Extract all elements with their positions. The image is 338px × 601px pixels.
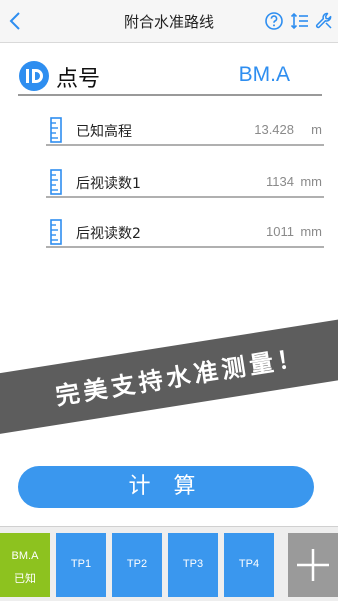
station-tab-tp4[interactable]: TP4 <box>224 533 274 597</box>
page-title: 附合水准路线 <box>123 13 214 31</box>
point-number-row[interactable]: 点号 BM.A <box>18 58 322 96</box>
station-tab-label: TP4 <box>238 558 260 570</box>
field-unit: mm <box>300 224 322 239</box>
field-value[interactable]: 1011 <box>266 224 294 239</box>
station-tab-tp1[interactable]: TP1 <box>56 533 106 597</box>
point-number-label: 点号 <box>56 67 101 92</box>
plus-icon <box>297 549 329 581</box>
station-tab-bm-a[interactable]: BM.A 已知 <box>0 533 50 597</box>
station-tab-label: TP1 <box>70 558 92 570</box>
ruler-icon <box>50 219 62 245</box>
field-label: 后视读数2 <box>76 226 141 242</box>
field-unit: mm <box>300 174 322 189</box>
promo-banner: 完美支持水准测量！ <box>0 310 338 440</box>
field-unit: m <box>311 122 322 137</box>
ruler-icon <box>50 169 62 195</box>
field-value[interactable]: 1134 <box>266 174 294 189</box>
wrench-icon[interactable] <box>314 11 334 31</box>
help-icon[interactable] <box>264 11 284 31</box>
station-tab-sublabel: 已知 <box>14 572 36 585</box>
top-bar: 附合水准路线 <box>0 0 338 43</box>
station-tab-label: TP2 <box>126 558 148 570</box>
promo-banner-text: 完美支持水准测量！ <box>53 343 307 411</box>
station-tab-label: BM.A <box>11 550 39 562</box>
station-bar: BM.A 已知 TP1 TP2 TP3 TP4 <box>0 526 338 601</box>
station-tab-tp3[interactable]: TP3 <box>168 533 218 597</box>
field-label: 后视读数1 <box>76 176 141 192</box>
id-icon <box>19 61 49 91</box>
sort-icon[interactable] <box>290 11 310 31</box>
add-station-button[interactable] <box>288 533 338 597</box>
ruler-icon <box>50 117 62 143</box>
field-value[interactable]: 13.428 <box>254 122 294 137</box>
known-elevation-field[interactable]: 已知高程 13.428 m <box>46 116 324 146</box>
station-tab-label: TP3 <box>182 558 204 570</box>
calculate-button[interactable]: 计 算 <box>18 466 314 508</box>
backsight-reading-1-field[interactable]: 后视读数1 1134 mm <box>46 168 324 198</box>
field-label: 已知高程 <box>76 124 132 140</box>
point-number-value[interactable]: BM.A <box>239 63 290 87</box>
backsight-reading-2-field[interactable]: 后视读数2 1011 mm <box>46 218 324 248</box>
station-tab-tp2[interactable]: TP2 <box>112 533 162 597</box>
